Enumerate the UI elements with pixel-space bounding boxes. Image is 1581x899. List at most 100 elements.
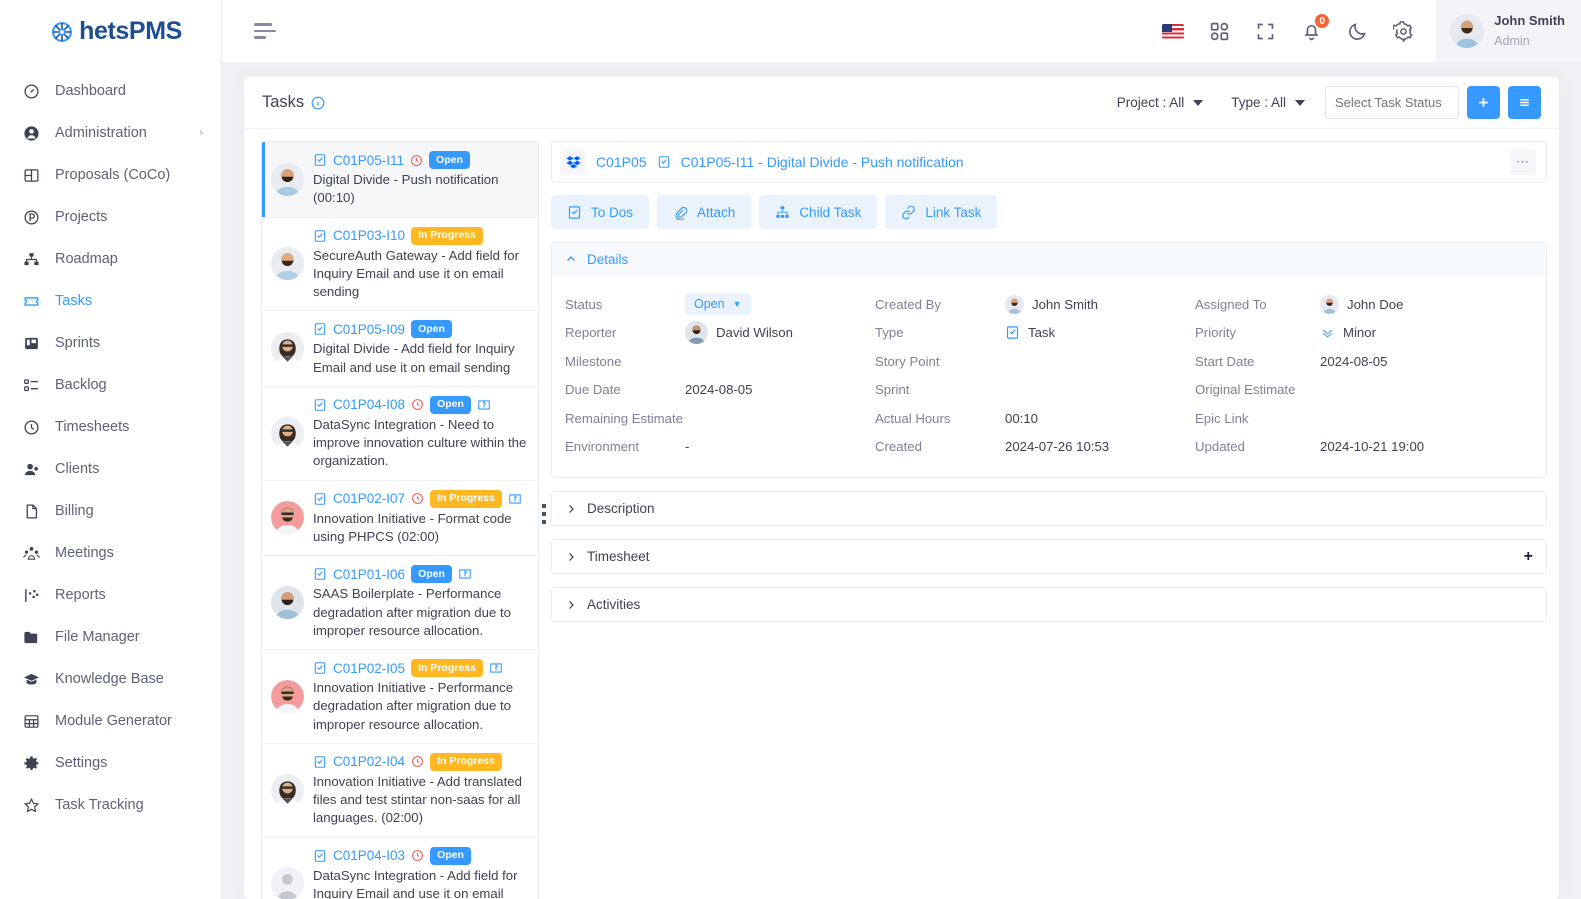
task-detail-header: C01P05 C01P05-I11 - Digital Divide - Pus… (551, 141, 1547, 183)
task-key[interactable]: C01P02-I07 (333, 491, 405, 506)
tab-link-task[interactable]: Link Task (885, 195, 998, 229)
sidebar-item-sprints[interactable]: Sprints (0, 322, 221, 364)
sidebar-item-label: Reports (55, 587, 106, 603)
project-filter[interactable]: Project : All (1103, 95, 1218, 110)
task-title: Innovation Initiative - Format code usin… (313, 510, 512, 545)
list-item[interactable]: C01P02-I07 In Progress Innovation Initia… (262, 480, 538, 557)
sidebar: hetsPMS Dashboard Administration › Propo… (0, 0, 222, 899)
details-panel-header[interactable]: Details (552, 243, 1546, 276)
sidebar-item-proposals[interactable]: Proposals (CoCo) (0, 154, 221, 196)
sidebar-item-knowledge-base[interactable]: Knowledge Base (0, 658, 221, 700)
sidebar-item-label: Proposals (CoCo) (55, 167, 171, 183)
status-value: Open (694, 297, 725, 312)
field-value (1005, 376, 1195, 405)
description-panel-header[interactable]: Description (552, 492, 1546, 525)
tab-to-dos[interactable]: To Dos (551, 195, 650, 229)
chevron-right-icon (565, 599, 577, 611)
project-code-link[interactable]: C01P05 (596, 154, 647, 170)
p-circle-icon (22, 208, 41, 227)
task-key[interactable]: C01P05-I11 (333, 153, 404, 168)
search-input[interactable] (1325, 86, 1459, 119)
timesheet-panel-header[interactable]: Timesheet + (552, 540, 1546, 573)
list-item[interactable]: C01P04-I03 Open DataSync Integration - A… (262, 837, 538, 899)
task-key[interactable]: C01P05-I09 (333, 322, 405, 337)
chevron-up-icon (565, 253, 577, 265)
language-flag-us-icon[interactable] (1160, 18, 1186, 44)
sidebar-item-timesheets[interactable]: Timesheets (0, 406, 221, 448)
more-options-icon[interactable]: ⋯ (1510, 149, 1536, 175)
task-key[interactable]: C01P04-I08 (333, 397, 405, 412)
sidebar-item-backlog[interactable]: Backlog (0, 364, 221, 406)
upload-box-icon[interactable] (458, 567, 472, 581)
hamburger-icon[interactable] (250, 19, 280, 43)
list-item[interactable]: C01P05-I11 Open Digital Divide - Push no… (262, 142, 538, 218)
sidebar-item-task-tracking[interactable]: Task Tracking (0, 784, 221, 826)
sidebar-item-roadmap[interactable]: Roadmap (0, 238, 221, 280)
field-label: Original Estimate (1195, 382, 1296, 398)
task-key[interactable]: C01P04-I03 (333, 848, 405, 863)
task-key[interactable]: C01P01-I06 (333, 567, 405, 582)
list-item[interactable]: C01P03-I10 In Progress SecureAuth Gatewa… (262, 217, 538, 312)
status-badge: In Progress (411, 659, 483, 678)
upload-box-icon[interactable] (508, 492, 522, 506)
field-value (685, 347, 875, 376)
activities-panel: Activities (551, 587, 1547, 622)
field-value-assigned-to: John Doe (1320, 290, 1533, 319)
sidebar-item-administration[interactable]: Administration › (0, 112, 221, 154)
upload-box-icon[interactable] (477, 398, 491, 412)
notifications-bell-icon[interactable]: 0 (1298, 13, 1331, 44)
field-value: 2024-08-05 (1320, 353, 1388, 369)
tab-child-task[interactable]: Child Task (759, 195, 878, 229)
status-badge: Open (430, 395, 471, 415)
list-item[interactable]: C01P02-I04 In Progress Innovation Initia… (262, 743, 538, 838)
sidebar-item-meetings[interactable]: Meetings (0, 532, 221, 574)
ticket-icon (22, 292, 41, 311)
sidebar-item-dashboard[interactable]: Dashboard (0, 70, 221, 112)
user-role: Admin (1494, 34, 1530, 48)
type-filter[interactable]: Type : All (1217, 95, 1319, 110)
field-value-status: Open ▼ (685, 290, 875, 319)
task-check-icon (313, 322, 327, 336)
status-dropdown[interactable]: Open ▼ (685, 293, 751, 316)
add-task-button[interactable] (1467, 86, 1500, 119)
field-label: Milestone (565, 353, 622, 369)
user-menu[interactable]: John Smith Admin (1436, 0, 1581, 63)
sidebar-item-label: Module Generator (55, 713, 172, 729)
sidebar-item-settings[interactable]: Settings (0, 742, 221, 784)
avatar (1450, 14, 1485, 48)
apps-grid-icon[interactable] (1206, 18, 1232, 44)
brand-logo[interactable]: hetsPMS (0, 0, 221, 63)
notification-badge: 0 (1314, 13, 1331, 29)
task-breadcrumb[interactable]: C01P05-I11 - Digital Divide - Push notif… (681, 154, 964, 170)
task-key[interactable]: C01P02-I04 (333, 754, 405, 769)
pane-resize-handle[interactable] (539, 129, 549, 899)
sidebar-item-tasks[interactable]: Tasks (0, 280, 221, 322)
add-timesheet-button[interactable]: + (1524, 548, 1533, 565)
settings-gear-icon[interactable] (1390, 18, 1416, 44)
status-badge: Open (430, 846, 471, 865)
sidebar-item-file-manager[interactable]: File Manager (0, 616, 221, 658)
tab-attach[interactable]: Attach (657, 195, 752, 229)
layout-panel-icon (22, 166, 41, 185)
topbar: 0 John Smith Admin (222, 0, 1581, 63)
dark-mode-moon-icon[interactable] (1344, 18, 1370, 44)
task-check-icon (313, 153, 327, 167)
field-value-reporter: David Wilson (685, 319, 875, 348)
list-item[interactable]: C01P04-I08 Open DataSync Integration - N… (262, 386, 538, 481)
list-item[interactable]: C01P05-I09 Open Digital Divide - Add fie… (262, 311, 538, 387)
sidebar-item-reports[interactable]: Reports (0, 574, 221, 616)
info-circle-icon[interactable] (311, 96, 325, 110)
sidebar-item-clients[interactable]: Clients (0, 448, 221, 490)
sidebar-item-module-generator[interactable]: Module Generator (0, 700, 221, 742)
sidebar-item-projects[interactable]: Projects (0, 196, 221, 238)
task-key[interactable]: C01P02-I05 (333, 661, 405, 676)
task-key[interactable]: C01P03-I10 (333, 228, 405, 243)
list-view-button[interactable] (1508, 86, 1541, 119)
clock-icon (411, 755, 424, 768)
list-item[interactable]: C01P02-I05 In Progress Innovation Initia… (262, 650, 538, 744)
list-item[interactable]: C01P01-I06 Open SAAS Boilerplate - Perfo… (262, 556, 538, 651)
activities-panel-header[interactable]: Activities (552, 588, 1546, 621)
sidebar-item-billing[interactable]: Billing (0, 490, 221, 532)
fullscreen-icon[interactable] (1252, 18, 1278, 44)
upload-box-icon[interactable] (489, 661, 503, 675)
